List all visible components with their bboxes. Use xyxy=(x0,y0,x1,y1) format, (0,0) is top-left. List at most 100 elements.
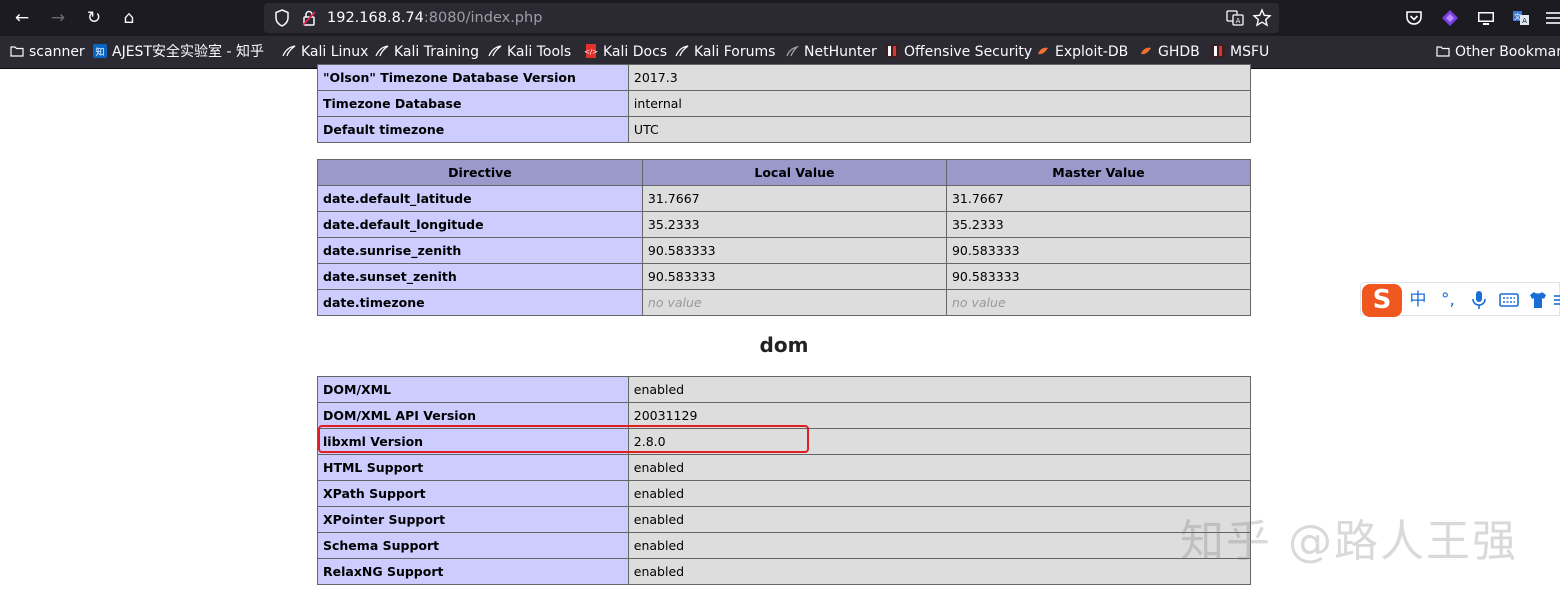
section-heading-dom: dom xyxy=(759,333,809,357)
master-value: 35.2333 xyxy=(945,211,1252,238)
translate-extension-icon[interactable]: 文 A xyxy=(1510,7,1532,29)
exploitdb-icon xyxy=(1038,47,1048,55)
bookmark-label: scanner xyxy=(29,44,85,60)
svg-text:文: 文 xyxy=(1514,12,1521,21)
offsec-icon xyxy=(1211,44,1225,58)
bookmark-label: Kali Linux xyxy=(301,44,369,60)
table-value: 2017.3 xyxy=(627,64,1252,91)
bookmark-label: GHDB xyxy=(1158,44,1200,60)
timezone-table: "Olson" Timezone Database Version 2017.3… xyxy=(317,64,1252,143)
ime-more-icon[interactable] xyxy=(1553,288,1560,312)
table-row: date.sunrise_zenith 90.583333 90.583333 xyxy=(317,237,1252,264)
kali-icon xyxy=(282,45,296,57)
table-row: XPath Support enabled xyxy=(317,480,1252,507)
extension-purple-icon[interactable] xyxy=(1439,7,1461,29)
table-row: date.default_latitude 31.7667 31.7667 xyxy=(317,185,1252,212)
bookmark-label: Kali Training xyxy=(394,44,479,60)
home-button[interactable]: ⌂ xyxy=(115,6,143,30)
svg-text:知: 知 xyxy=(95,46,104,58)
zhihu-watermark: 知乎 @路人王强 xyxy=(1180,516,1518,567)
shield-icon[interactable] xyxy=(274,9,290,27)
offsec-icon xyxy=(885,44,899,58)
insecure-lock-icon[interactable] xyxy=(301,9,317,27)
directive-name: date.timezone xyxy=(317,289,643,316)
ime-punctuation-button[interactable]: °, xyxy=(1437,288,1459,312)
table-row: HTML Support enabled xyxy=(317,454,1252,481)
bookmark-other-bookmarks[interactable]: Other Bookmark xyxy=(1436,36,1560,69)
table-key: RelaxNG Support xyxy=(317,558,629,585)
microphone-icon[interactable] xyxy=(1469,288,1489,312)
libxml-highlight-annotation xyxy=(318,425,809,453)
kali-docs-icon: </> xyxy=(584,44,598,58)
url-host: 192.168.8.74 xyxy=(327,10,424,26)
column-header-master-value: Master Value xyxy=(945,159,1252,186)
master-value: no value xyxy=(945,289,1252,316)
date-directives-table: Directive Local Value Master Value date.… xyxy=(317,159,1252,316)
directive-name: date.default_longitude xyxy=(317,211,643,238)
table-row: date.default_longitude 35.2333 35.2333 xyxy=(317,211,1252,238)
table-key: Default timezone xyxy=(317,116,629,143)
directive-name: date.default_latitude xyxy=(317,185,643,212)
table-header-row: Directive Local Value Master Value xyxy=(317,159,1252,186)
directive-name: date.sunrise_zenith xyxy=(317,237,643,264)
table-key: XPath Support xyxy=(317,480,629,507)
table-key: Timezone Database xyxy=(317,90,629,117)
url-path: :8080/index.php xyxy=(423,10,543,26)
table-key: XPointer Support xyxy=(317,506,629,533)
bookmark-zhihu[interactable]: 知 AJEST安全实验室 - 知乎 xyxy=(93,36,264,69)
local-value: 90.583333 xyxy=(641,263,947,290)
table-value: enabled xyxy=(627,558,1252,585)
nethunter-icon xyxy=(786,45,799,57)
table-value: enabled xyxy=(627,376,1252,403)
back-button[interactable]: ← xyxy=(8,6,36,30)
bookmark-label: Kali Tools xyxy=(507,44,572,60)
kali-icon xyxy=(675,45,689,57)
bookmark-scanner[interactable]: scanner xyxy=(10,36,85,69)
ime-chinese-mode-button[interactable]: 中 xyxy=(1408,288,1428,312)
kali-icon xyxy=(375,45,389,57)
bookmark-label: Kali Docs xyxy=(603,44,668,60)
table-row: RelaxNG Support enabled xyxy=(317,558,1252,585)
menu-icon[interactable] xyxy=(1542,7,1560,29)
zhihu-icon: 知 xyxy=(93,44,107,58)
folder-icon xyxy=(1436,46,1450,57)
table-row: DOM/XML enabled xyxy=(317,376,1252,403)
master-value: 90.583333 xyxy=(945,263,1252,290)
bookmark-label: MSFU xyxy=(1230,44,1270,60)
reload-button[interactable]: ↻ xyxy=(80,6,108,30)
table-key: Schema Support xyxy=(317,532,629,559)
monitor-extension-icon[interactable] xyxy=(1475,7,1497,29)
table-value: enabled xyxy=(627,480,1252,507)
ime-toolbar[interactable]: S 中 °, xyxy=(1360,282,1560,317)
table-value: enabled xyxy=(627,454,1252,481)
translate-icon[interactable]: A xyxy=(1225,8,1245,28)
pocket-icon[interactable] xyxy=(1403,7,1425,29)
kali-icon xyxy=(488,45,502,57)
bookmark-label: Offensive Security xyxy=(904,44,1033,60)
table-key: DOM/XML xyxy=(317,376,629,403)
table-row: date.timezone no value no value xyxy=(317,289,1252,316)
star-bookmark-icon[interactable] xyxy=(1252,8,1272,28)
shirt-icon[interactable] xyxy=(1527,288,1549,312)
table-row: Timezone Database internal xyxy=(317,90,1252,117)
no-value-text: no value xyxy=(951,295,1006,310)
table-row: Default timezone UTC xyxy=(317,116,1252,143)
forward-button[interactable]: → xyxy=(44,6,72,30)
svg-text:</>: </> xyxy=(584,48,598,56)
table-row: XPointer Support enabled xyxy=(317,506,1252,533)
local-value: 35.2333 xyxy=(641,211,947,238)
master-value: 90.583333 xyxy=(945,237,1252,264)
browser-toolbar: ← → ↻ ⌂ 192.168.8.74:8080/index.php A 文 … xyxy=(0,0,1560,36)
bookmark-label: Other Bookmark xyxy=(1455,44,1560,60)
table-row: "Olson" Timezone Database Version 2017.3 xyxy=(317,64,1252,91)
url-bar[interactable]: 192.168.8.74:8080/index.php A xyxy=(264,3,1279,33)
sogou-logo-icon[interactable]: S xyxy=(1362,284,1402,317)
table-value: enabled xyxy=(627,506,1252,533)
exploitdb-icon xyxy=(1141,47,1151,55)
table-value: UTC xyxy=(627,116,1252,143)
keyboard-icon[interactable] xyxy=(1498,288,1520,312)
column-header-directive: Directive xyxy=(317,159,643,186)
svg-text:A: A xyxy=(1236,17,1241,25)
url-text[interactable]: 192.168.8.74:8080/index.php xyxy=(327,3,542,33)
bookmark-label: NetHunter xyxy=(804,44,877,60)
